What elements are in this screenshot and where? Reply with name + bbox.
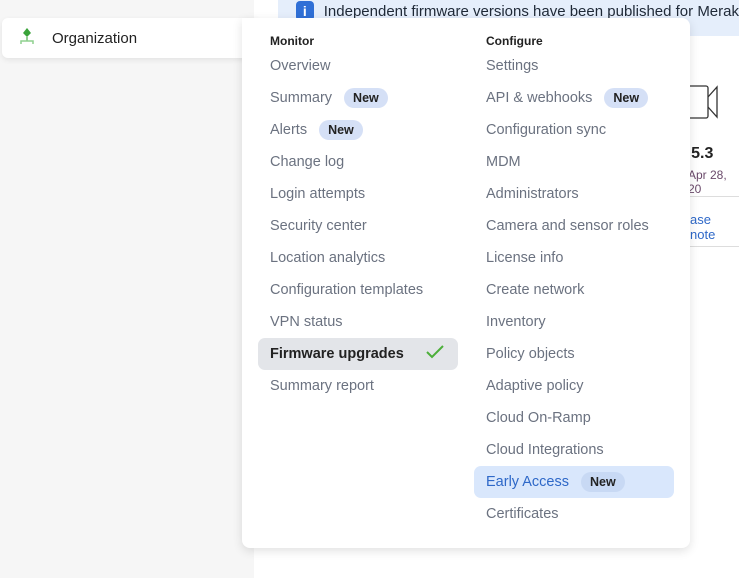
menu-item-configuration-sync[interactable]: Configuration sync bbox=[474, 114, 674, 146]
menu-item-configuration-templates[interactable]: Configuration templates bbox=[258, 274, 458, 306]
menu-item-overview[interactable]: Overview bbox=[258, 50, 458, 82]
menu-item-settings[interactable]: Settings bbox=[474, 50, 674, 82]
release-date: Apr 28, 20 bbox=[688, 168, 727, 196]
menu-item-change-log[interactable]: Change log bbox=[258, 146, 458, 178]
menu-item-security-center[interactable]: Security center bbox=[258, 210, 458, 242]
menu-item-label: Summary bbox=[270, 90, 333, 106]
menu-item-camera-and-sensor-roles[interactable]: Camera and sensor roles bbox=[474, 210, 674, 242]
menu-item-label: Certificates bbox=[486, 506, 559, 522]
menu-item-label: Configuration sync bbox=[486, 122, 607, 138]
organization-label: Organization bbox=[52, 29, 138, 47]
configure-column: Configure Settings API & webhooks New Confi… bbox=[474, 34, 674, 530]
menu-item-label: License info bbox=[486, 250, 564, 266]
menu-item-label: Cloud Integrations bbox=[486, 442, 604, 458]
banner-text: Independent firmware versions have been … bbox=[323, 2, 739, 20]
release-notes-link[interactable]: ase note bbox=[690, 212, 739, 242]
new-badge: New bbox=[581, 472, 625, 492]
sidebar-item-organization[interactable]: Organization bbox=[2, 18, 258, 58]
monitor-column: Monitor Overview Summary New Alerts New Chang… bbox=[258, 34, 458, 402]
menu-item-license-info[interactable]: License info bbox=[474, 242, 674, 274]
check-icon bbox=[426, 345, 444, 363]
menu-item-label: Create network bbox=[486, 282, 585, 298]
menu-item-label: Adaptive policy bbox=[486, 378, 584, 394]
camera-icon bbox=[687, 85, 718, 119]
menu-item-firmware-upgrades[interactable]: Firmware upgrades bbox=[258, 338, 458, 370]
menu-item-certificates[interactable]: Certificates bbox=[474, 498, 674, 530]
menu-item-mdm[interactable]: MDM bbox=[474, 146, 674, 178]
menu-item-label: Camera and sensor roles bbox=[486, 218, 649, 234]
menu-item-label: Administrators bbox=[486, 186, 579, 202]
menu-item-label: Configuration templates bbox=[270, 282, 424, 298]
menu-item-label: Login attempts bbox=[270, 186, 366, 202]
menu-item-administrators[interactable]: Administrators bbox=[474, 178, 674, 210]
menu-item-create-network[interactable]: Create network bbox=[474, 274, 674, 306]
menu-item-cloud-integrations[interactable]: Cloud Integrations bbox=[474, 434, 674, 466]
new-badge: New bbox=[604, 88, 649, 108]
menu-item-label: Overview bbox=[270, 58, 331, 74]
menu-item-label: Location analytics bbox=[270, 250, 386, 266]
menu-item-cloud-on-ramp[interactable]: Cloud On-Ramp bbox=[474, 402, 674, 434]
menu-item-inventory[interactable]: Inventory bbox=[474, 306, 674, 338]
menu-item-label: MDM bbox=[486, 154, 521, 170]
menu-item-vpn-status[interactable]: VPN status bbox=[258, 306, 458, 338]
menu-item-summary-report[interactable]: Summary report bbox=[258, 370, 458, 402]
menu-item-label: Security center bbox=[270, 218, 367, 234]
menu-item-summary[interactable]: Summary New bbox=[258, 82, 458, 114]
menu-item-label: Firmware upgrades bbox=[270, 346, 404, 362]
menu-item-label: VPN status bbox=[270, 314, 343, 330]
menu-item-label: Summary report bbox=[270, 378, 374, 394]
menu-item-adaptive-policy[interactable]: Adaptive policy bbox=[474, 370, 674, 402]
new-badge: New bbox=[344, 88, 388, 108]
menu-item-label: Change log bbox=[270, 154, 345, 170]
menu-item-label: Cloud On-Ramp bbox=[486, 410, 591, 426]
new-badge: New bbox=[319, 120, 363, 140]
organization-icon bbox=[18, 27, 36, 50]
menu-item-login-attempts[interactable]: Login attempts bbox=[258, 178, 458, 210]
menu-item-location-analytics[interactable]: Location analytics bbox=[258, 242, 458, 274]
menu-item-label: Settings bbox=[486, 58, 539, 74]
menu-item-policy-objects[interactable]: Policy objects bbox=[474, 338, 674, 370]
menu-item-label: Alerts bbox=[270, 122, 308, 138]
menu-item-early-access[interactable]: Early Access New bbox=[474, 466, 674, 498]
menu-item-api-webhooks[interactable]: API & webhooks New bbox=[474, 82, 674, 114]
menu-item-label: Inventory bbox=[486, 314, 546, 330]
menu-item-alerts[interactable]: Alerts New bbox=[258, 114, 458, 146]
organization-menu: Monitor Overview Summary New Alerts New Chang… bbox=[242, 18, 690, 548]
menu-item-label: Policy objects bbox=[486, 346, 575, 362]
menu-item-label: API & webhooks bbox=[486, 90, 593, 106]
menu-item-label: Early Access bbox=[486, 474, 569, 490]
